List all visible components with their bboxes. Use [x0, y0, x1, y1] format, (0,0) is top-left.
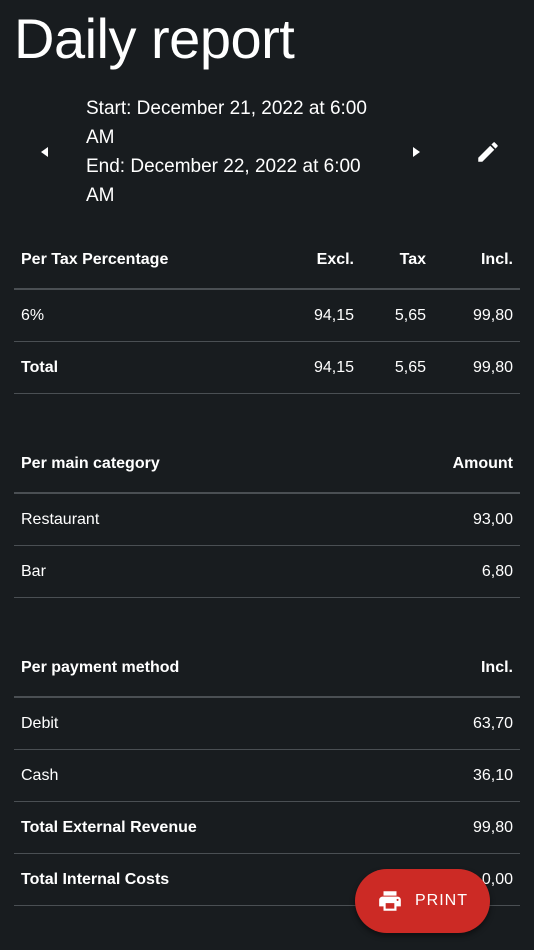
column-header-label: Per payment method [21, 658, 180, 676]
printer-icon [377, 888, 403, 914]
row-label: Restaurant [21, 510, 100, 528]
previous-day-button[interactable] [24, 132, 64, 172]
row-tax: 5,65 [394, 306, 426, 324]
row-excl: 94,15 [313, 306, 354, 324]
row-incl: 63,70 [472, 714, 513, 732]
row-incl: 36,10 [472, 766, 513, 784]
row-amount: 93,00 [472, 510, 513, 528]
total-incl: 99,80 [472, 358, 513, 376]
main-category-table: Per main category Amount Restaurant 93,0… [14, 435, 520, 598]
table-row: 6% 94,15 5,65 99,80 [14, 290, 520, 342]
row-incl: 99,80 [472, 306, 513, 324]
payment-method-table: Per payment method Incl. Debit 63,70 Cas… [14, 639, 520, 906]
row-label: Cash [21, 766, 59, 784]
column-header-amount: Amount [452, 454, 513, 472]
print-button-label: PRINT [415, 892, 468, 909]
total-label: Total [21, 358, 59, 376]
total-external-row: Total External Revenue 99,80 [14, 802, 520, 854]
tax-percentage-table: Per Tax Percentage Excl. Tax Incl. 6% 94… [14, 231, 520, 394]
column-header-label: Per Tax Percentage [21, 250, 169, 268]
total-external-label: Total External Revenue [21, 818, 197, 836]
row-amount: 6,80 [481, 562, 513, 580]
table-header: Per main category Amount [14, 435, 520, 494]
total-excl: 94,15 [313, 358, 354, 376]
column-header-label: Per main category [21, 454, 160, 472]
total-row: Total 94,15 5,65 99,80 [14, 342, 520, 394]
next-day-button[interactable] [397, 132, 437, 172]
end-date: End: December 22, 2022 at 6:00 AM [86, 156, 361, 206]
total-tax: 5,65 [394, 358, 426, 376]
table-header: Per payment method Incl. [14, 639, 520, 698]
row-label: Bar [21, 562, 46, 580]
print-button[interactable]: PRINT [355, 869, 490, 933]
date-range: Start: December 21, 2022 at 6:00 AM End:… [86, 94, 386, 210]
arrow-left-icon [41, 147, 48, 157]
column-header-incl: Incl. [480, 250, 513, 268]
column-header-incl: Incl. [480, 658, 513, 676]
column-header-tax: Tax [399, 250, 426, 268]
row-label: 6% [21, 306, 45, 324]
date-navigator: Start: December 21, 2022 at 6:00 AM End:… [0, 92, 534, 210]
table-row: Cash 36,10 [14, 750, 520, 802]
total-external-value: 99,80 [472, 818, 513, 836]
table-row: Debit 63,70 [14, 698, 520, 750]
table-header: Per Tax Percentage Excl. Tax Incl. [14, 231, 520, 290]
table-row: Bar 6,80 [14, 546, 520, 598]
table-row: Restaurant 93,00 [14, 494, 520, 546]
edit-date-range-button[interactable] [468, 132, 508, 172]
column-header-excl: Excl. [316, 250, 354, 268]
row-label: Debit [21, 714, 59, 732]
start-date: Start: December 21, 2022 at 6:00 AM [86, 98, 367, 148]
pencil-icon [478, 142, 498, 162]
page-title: Daily report [14, 7, 295, 70]
total-internal-label: Total Internal Costs [21, 870, 170, 888]
arrow-right-icon [413, 147, 420, 157]
